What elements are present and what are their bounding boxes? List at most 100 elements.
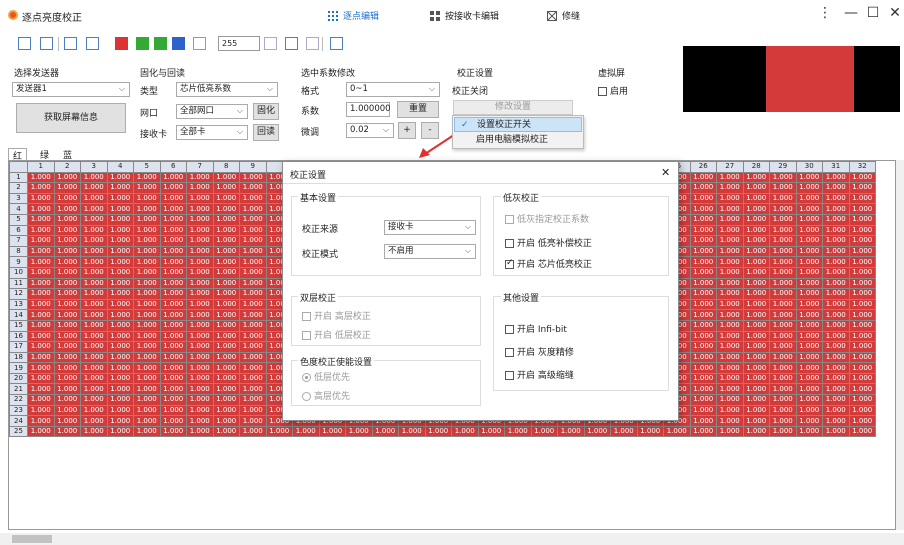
- grid-cell[interactable]: 1.000: [53, 277, 81, 290]
- grid-cell[interactable]: 1.000: [848, 235, 876, 247]
- grid-cell[interactable]: 1.000: [239, 425, 267, 438]
- grid-cell[interactable]: 1.000: [239, 256, 267, 268]
- grid-cell[interactable]: 1.000: [186, 224, 214, 237]
- grid-cell[interactable]: 1.000: [848, 266, 876, 279]
- grid-cell[interactable]: 1.000: [80, 341, 108, 353]
- grid-cell[interactable]: 1.000: [106, 277, 134, 290]
- grid-cell[interactable]: 1.000: [769, 182, 797, 194]
- grid-cell[interactable]: 1.000: [822, 224, 850, 237]
- grid-cell[interactable]: 1.000: [689, 404, 717, 417]
- grid-cell[interactable]: 1.000: [106, 192, 134, 205]
- grid-cell[interactable]: 1.000: [689, 309, 717, 321]
- grid-cell[interactable]: 1.000: [159, 192, 187, 205]
- grid-cell[interactable]: 1.000: [159, 372, 187, 385]
- grid-cell[interactable]: 1.000: [795, 372, 823, 385]
- grid-cell[interactable]: 1.000: [80, 203, 108, 215]
- grid-row-header[interactable]: 7: [9, 235, 28, 247]
- grid-cell[interactable]: 1.000: [848, 351, 876, 364]
- grid-cell[interactable]: 1.000: [80, 266, 108, 279]
- grid-cell[interactable]: 1.000: [716, 192, 744, 205]
- grid-cell[interactable]: 1.000: [186, 192, 214, 205]
- grid-cell[interactable]: 1.000: [769, 288, 797, 300]
- grid-cell[interactable]: 1.000: [769, 415, 797, 427]
- select-region-icon[interactable]: [40, 37, 53, 50]
- grid-cell[interactable]: 1.000: [53, 203, 81, 215]
- grid-cell[interactable]: 1.000: [822, 404, 850, 417]
- grid-row-header[interactable]: 22: [9, 394, 28, 406]
- grid-cell[interactable]: 1.000: [27, 330, 55, 343]
- grid-cell[interactable]: 1.000: [689, 319, 717, 332]
- grid-column-header[interactable]: 2: [53, 161, 81, 173]
- grid-column-header[interactable]: 32: [848, 161, 876, 173]
- grid-cell[interactable]: 1.000: [530, 425, 558, 438]
- grid-cell[interactable]: 1.000: [53, 192, 81, 205]
- grid-cell[interactable]: 1.000: [716, 235, 744, 247]
- grid-cell[interactable]: 1.000: [769, 351, 797, 364]
- grid-cell[interactable]: 1.000: [106, 351, 134, 364]
- grid-cell[interactable]: 1.000: [610, 425, 638, 438]
- grid-cell[interactable]: 1.000: [769, 383, 797, 396]
- grid-cell[interactable]: 1.000: [557, 425, 585, 438]
- low-gray-coef-checkbox[interactable]: 低灰指定校正系数: [505, 212, 589, 225]
- grid-cell[interactable]: 1.000: [212, 425, 240, 438]
- low-layer-priority-radio[interactable]: 低层优先: [302, 370, 350, 383]
- grid-cell[interactable]: 1.000: [212, 171, 240, 184]
- grid-cell[interactable]: 1.000: [186, 383, 214, 396]
- grid-cell[interactable]: 1.000: [106, 362, 134, 374]
- grid-cell[interactable]: 1.000: [848, 182, 876, 194]
- grid-cell[interactable]: 1.000: [822, 266, 850, 279]
- grid-cell[interactable]: 1.000: [159, 203, 187, 215]
- grid-cell[interactable]: 1.000: [742, 383, 770, 396]
- grid-cell[interactable]: 1.000: [27, 235, 55, 247]
- grid-column-header[interactable]: 8: [212, 161, 240, 173]
- grid-cell[interactable]: 1.000: [742, 213, 770, 226]
- grid-cell[interactable]: 1.000: [689, 288, 717, 300]
- grid-cell[interactable]: 1.000: [795, 415, 823, 427]
- grid-cell[interactable]: 1.000: [795, 192, 823, 205]
- grid-cell[interactable]: 1.000: [80, 235, 108, 247]
- grid-cell[interactable]: 1.000: [159, 298, 187, 311]
- grid-cell[interactable]: 1.000: [795, 235, 823, 247]
- grid-cell[interactable]: 1.000: [80, 277, 108, 290]
- grid-row-header[interactable]: 20: [9, 372, 28, 385]
- grid-cell[interactable]: 1.000: [822, 298, 850, 311]
- grid-cell[interactable]: 1.000: [106, 309, 134, 321]
- grid-cell[interactable]: 1.000: [716, 425, 744, 438]
- grid-cell[interactable]: 1.000: [318, 425, 346, 438]
- grid-row-header[interactable]: 18: [9, 351, 28, 364]
- grid-cell[interactable]: 1.000: [742, 288, 770, 300]
- grid-cell[interactable]: 1.000: [716, 404, 744, 417]
- grid-cell[interactable]: 1.000: [133, 213, 161, 226]
- grid-cell[interactable]: 1.000: [822, 383, 850, 396]
- readback-button[interactable]: 回读: [253, 124, 279, 141]
- grid-cell[interactable]: 1.000: [186, 330, 214, 343]
- grid-cell[interactable]: 1.000: [716, 213, 744, 226]
- grid-cell[interactable]: 1.000: [689, 256, 717, 268]
- grid-cell[interactable]: 1.000: [133, 330, 161, 343]
- grid-cell[interactable]: 1.000: [212, 351, 240, 364]
- grid-cell[interactable]: 1.000: [186, 213, 214, 226]
- grid-cell[interactable]: 1.000: [689, 372, 717, 385]
- grid-cell[interactable]: 1.000: [53, 383, 81, 396]
- grid-cell[interactable]: 1.000: [822, 425, 850, 438]
- grid-cell[interactable]: 1.000: [689, 362, 717, 374]
- grid-cell[interactable]: 1.000: [53, 425, 81, 438]
- grid-cell[interactable]: 1.000: [212, 394, 240, 406]
- fine-select[interactable]: 0.02: [346, 123, 394, 138]
- grid-cell[interactable]: 1.000: [689, 235, 717, 247]
- grid-cell[interactable]: 1.000: [159, 383, 187, 396]
- grid-cell[interactable]: 1.000: [239, 245, 267, 258]
- grid-cell[interactable]: 1.000: [742, 362, 770, 374]
- grid-cell[interactable]: 1.000: [742, 309, 770, 321]
- grid-cell[interactable]: 1.000: [848, 203, 876, 215]
- grid-cell[interactable]: 1.000: [822, 362, 850, 374]
- grid-cell[interactable]: 1.000: [822, 235, 850, 247]
- grid-column-header[interactable]: 6: [159, 161, 187, 173]
- grid-cell[interactable]: 1.000: [822, 277, 850, 290]
- grid-cell[interactable]: 1.000: [716, 394, 744, 406]
- grid-cell[interactable]: 1.000: [689, 415, 717, 427]
- grid-row-header[interactable]: 6: [9, 224, 28, 237]
- low-layer-checkbox[interactable]: 开启 低层校正: [302, 328, 371, 341]
- grid-cell[interactable]: 1.000: [795, 298, 823, 311]
- grid-cell[interactable]: 1.000: [742, 404, 770, 417]
